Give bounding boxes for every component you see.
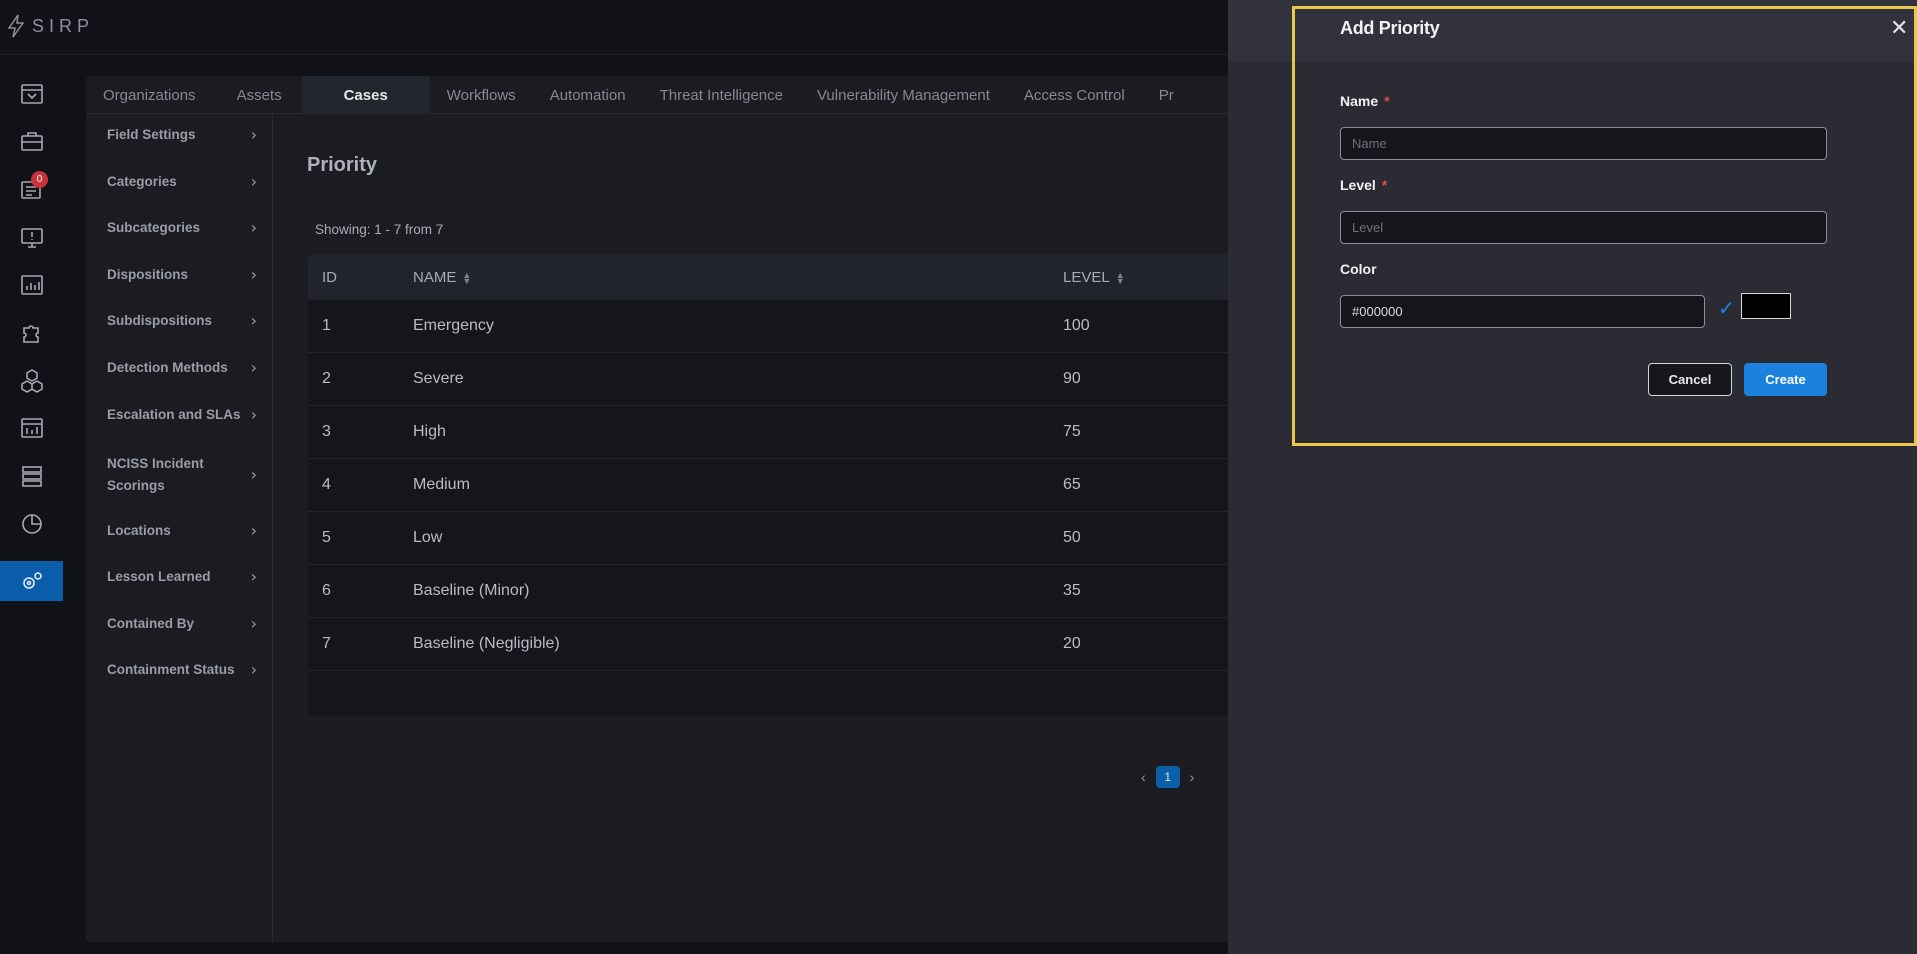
cancel-button[interactable]: Cancel <box>1648 363 1732 396</box>
rail-database[interactable] <box>0 456 63 496</box>
level-label: Level * <box>1340 177 1388 193</box>
close-icon[interactable]: ✕ <box>1890 16 1908 41</box>
rail-reports[interactable] <box>0 265 63 305</box>
dashboard-icon <box>20 84 43 104</box>
chevron-right-icon: › <box>250 660 257 679</box>
page-title: Priority <box>307 154 378 176</box>
rail-integrations[interactable] <box>0 312 63 352</box>
chevron-right-icon: › <box>250 311 257 330</box>
subnav-categories[interactable]: Categories › <box>107 171 257 193</box>
subnav-contained-by[interactable]: Contained By › <box>107 613 257 635</box>
app-root: SIRP 0 Organizations Assets Cases Workfl… <box>0 0 1917 954</box>
rail-alerts[interactable] <box>0 217 63 257</box>
column-name[interactable]: NAME ▲ ▼ <box>413 269 471 286</box>
tab-organizations[interactable]: Organizations <box>86 76 213 114</box>
subnav-detection-methods[interactable]: Detection Methods › <box>107 357 257 379</box>
color-swatch[interactable] <box>1741 293 1791 319</box>
color-label: Color <box>1340 261 1377 277</box>
tab-access-control[interactable]: Access Control <box>1007 76 1142 114</box>
required-asterisk: * <box>1384 93 1390 109</box>
create-button[interactable]: Create <box>1744 363 1827 396</box>
chevron-right-icon: › <box>250 172 257 191</box>
level-input[interactable] <box>1340 211 1827 244</box>
chevron-right-icon: › <box>250 265 257 284</box>
rail-workflow[interactable] <box>0 408 63 448</box>
subnav-nciss-incident-scorings[interactable]: NCISS Incident Scorings › <box>107 453 257 497</box>
chevron-right-icon: › <box>250 521 257 540</box>
chevron-right-icon: › <box>250 358 257 377</box>
color-hex-input[interactable] <box>1340 295 1705 328</box>
icon-rail: 0 <box>0 56 63 954</box>
server-icon <box>21 466 42 487</box>
subnav-subdispositions[interactable]: Subdispositions › <box>107 310 257 332</box>
rail-analytics[interactable] <box>0 503 63 543</box>
next-page-icon[interactable]: › <box>1190 769 1195 785</box>
prev-page-icon[interactable]: ‹ <box>1141 769 1146 785</box>
chevron-right-icon: › <box>250 567 257 586</box>
cubes-icon <box>20 369 43 393</box>
column-level[interactable]: LEVEL ▲ ▼ <box>1063 269 1125 286</box>
pagination: ‹ 1 › <box>1141 766 1194 788</box>
briefcase-icon <box>20 132 43 151</box>
rail-cases[interactable] <box>0 121 63 161</box>
sort-icon: ▲ ▼ <box>1115 269 1125 286</box>
monitor-alert-icon <box>20 228 43 248</box>
dialog-title: Add Priority <box>1340 18 1440 38</box>
check-icon[interactable]: ✓ <box>1718 296 1735 320</box>
sirp-logo[interactable]: SIRP <box>6 14 94 38</box>
subnav-escalation-slas[interactable]: Escalation and SLAs › <box>107 404 257 426</box>
chart-icon <box>20 275 43 295</box>
case-settings-nav: Field Settings › Categories › Subcategorie… <box>86 114 273 942</box>
subnav-locations[interactable]: Locations › <box>107 520 257 542</box>
rail-settings[interactable] <box>0 561 63 601</box>
sort-icon: ▲ ▼ <box>462 269 472 286</box>
chevron-right-icon: › <box>250 218 257 237</box>
page-1-button[interactable]: 1 <box>1155 766 1180 788</box>
chevron-right-icon: › <box>250 465 257 484</box>
rail-assets[interactable] <box>0 360 63 400</box>
chevron-right-icon: › <box>250 125 257 144</box>
tab-threat-intelligence[interactable]: Threat Intelligence <box>643 76 800 114</box>
name-input[interactable] <box>1340 127 1827 160</box>
pie-chart-icon <box>21 514 42 534</box>
subnav-subcategories[interactable]: Subcategories › <box>107 217 257 239</box>
name-label: Name * <box>1340 93 1390 109</box>
notification-badge: 0 <box>31 171 48 188</box>
gears-icon <box>22 572 42 589</box>
subnav-lesson-learned[interactable]: Lesson Learned › <box>107 566 257 588</box>
tab-assets[interactable]: Assets <box>213 76 302 114</box>
puzzle-icon <box>22 325 39 343</box>
showing-count: Showing: 1 - 7 from 7 <box>315 222 444 237</box>
logo-text: SIRP <box>32 15 95 36</box>
subnav-containment-status[interactable]: Containment Status › <box>107 659 257 681</box>
column-id: ID <box>322 268 337 286</box>
dashboard-board-icon <box>20 418 43 438</box>
required-asterisk: * <box>1381 177 1388 193</box>
tab-more[interactable]: Pr <box>1142 76 1191 114</box>
tab-vulnerability-management[interactable]: Vulnerability Management <box>800 76 1007 114</box>
rail-dashboard[interactable] <box>0 74 63 114</box>
rail-notifications[interactable]: 0 <box>0 169 63 209</box>
tab-automation[interactable]: Automation <box>533 76 643 114</box>
chevron-right-icon: › <box>250 405 257 424</box>
subnav-dispositions[interactable]: Dispositions › <box>107 264 257 286</box>
tab-cases[interactable]: Cases <box>301 76 430 114</box>
bolt-icon <box>7 14 25 38</box>
subnav-field-settings[interactable]: Field Settings › <box>107 124 257 146</box>
chevron-right-icon: › <box>250 614 257 633</box>
tab-workflows[interactable]: Workflows <box>430 76 533 114</box>
